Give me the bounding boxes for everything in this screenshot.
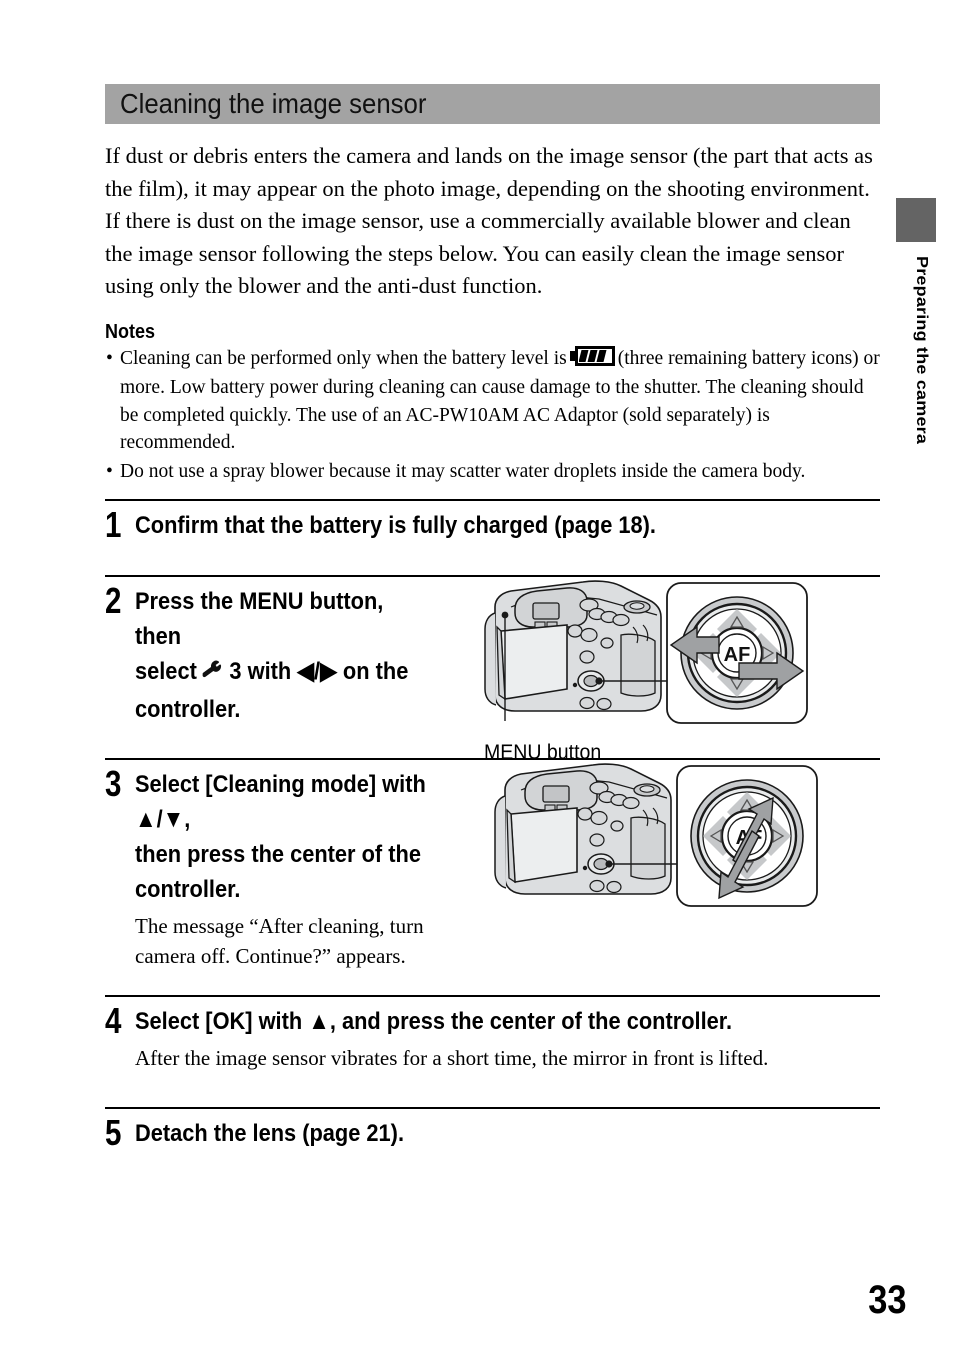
step-3: 3 Select [Cleaning mode] with ▲/▼, then …: [105, 760, 880, 981]
bullet-glyph: •: [106, 460, 113, 482]
battery-three-bars-icon: [569, 345, 615, 375]
bullet-glyph: •: [106, 347, 113, 369]
controller-inset-step3: AF: [676, 765, 818, 907]
section-header-band: Cleaning the image sensor: [105, 84, 880, 124]
step-number: 2: [105, 580, 122, 621]
note-text-before: Cleaning can be performed only when the …: [120, 347, 567, 369]
page-content: Cleaning the image sensor If dust or deb…: [105, 0, 880, 1151]
side-tab: Preparing the camera: [896, 198, 936, 444]
figure-camera-back-step3: AF: [481, 760, 821, 915]
step-subtext: After the image sensor vibrates for a sh…: [135, 1046, 769, 1070]
note-text: Do not use a spray blower because it may…: [120, 460, 806, 482]
step-1: 1 Confirm that the battery is fully char…: [105, 501, 880, 561]
step-heading: Confirm that the battery is fully charge…: [135, 512, 656, 539]
note-item: • Cleaning can be performed only when the…: [105, 345, 880, 457]
side-tab-label: Preparing the camera: [913, 256, 932, 445]
step-subtext: The message “After cleaning, turn camera…: [135, 914, 424, 968]
intro-paragraph: If dust or debris enters the camera and …: [105, 143, 873, 298]
step-heading: Detach the lens (page 21).: [135, 1120, 405, 1147]
camera-body-illustration: [494, 763, 672, 895]
step-2: 2 Press the MENU button, then select 3 w…: [105, 577, 880, 764]
step-number: 1: [105, 504, 122, 545]
step-heading: Select [Cleaning mode] with ▲/▼, then pr…: [135, 771, 426, 903]
page-number: 33: [867, 1278, 906, 1322]
note-item: • Do not use a spray blower because it ma…: [105, 458, 880, 486]
page-title: Cleaning the image sensor: [120, 88, 427, 119]
wrench-icon: [202, 657, 223, 692]
step-heading: Select [OK] with ▲, and press the center…: [135, 1008, 733, 1035]
figure-camera-back-step2: AF MENU button: [471, 577, 811, 764]
step-5: 5 Detach the lens (page 21).: [105, 1109, 880, 1151]
controller-inset-step2: AF: [666, 582, 808, 724]
notes-heading: Notes: [105, 320, 156, 343]
camera-body-illustration: [484, 580, 662, 721]
step-4: 4 Select [OK] with ▲, and press the cent…: [105, 997, 880, 1093]
step-number: 4: [105, 1000, 122, 1041]
step-number: 3: [105, 763, 122, 804]
side-tab-block: [896, 198, 936, 242]
step-number: 5: [105, 1112, 122, 1153]
step-heading: Press the MENU button, then select 3 wit…: [135, 577, 429, 727]
